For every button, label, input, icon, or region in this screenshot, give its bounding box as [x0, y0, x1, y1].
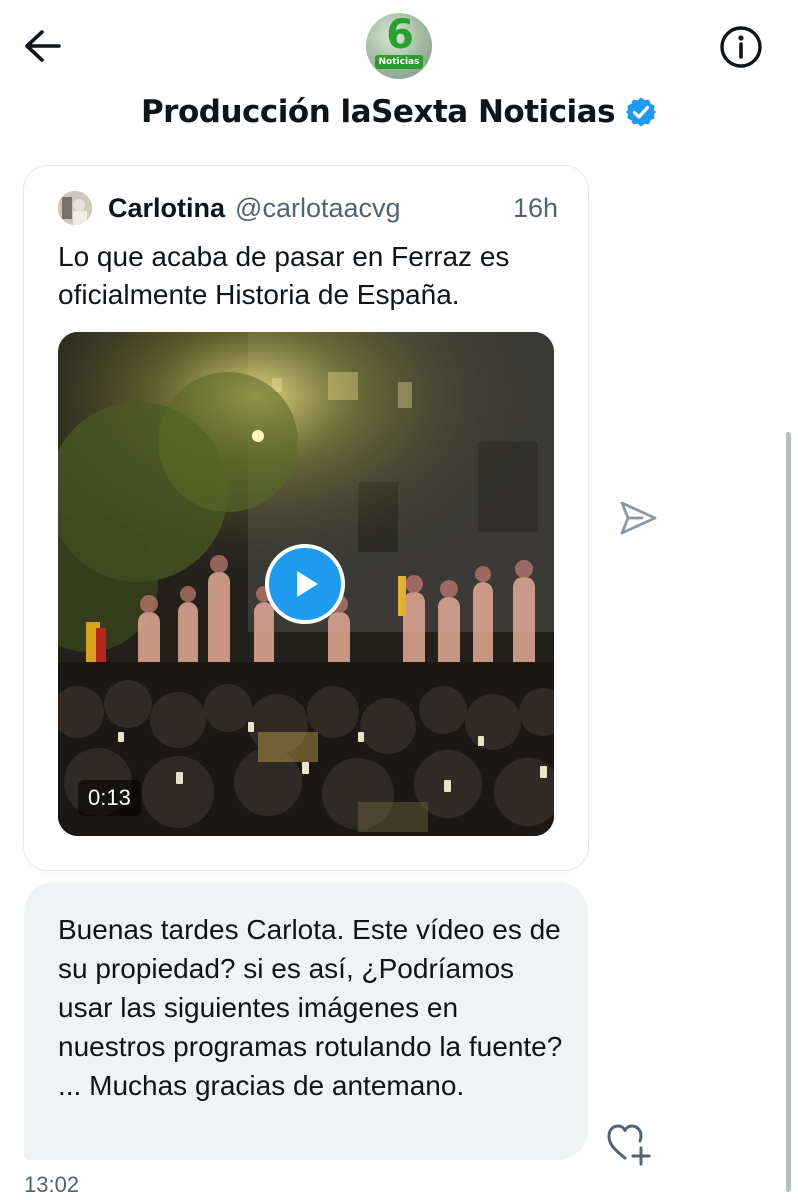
conversation-title[interactable]: Producción laSexta Noticias — [141, 94, 616, 130]
profile-avatar[interactable]: 6 Noticias — [366, 13, 432, 79]
info-circle-icon — [720, 26, 762, 68]
message-timestamp: 13:02 — [24, 1172, 80, 1197]
tweet-timestamp: 16h — [512, 192, 558, 223]
info-button[interactable] — [716, 22, 766, 72]
tweet-header: Carlotina @carlotaacvg 16h — [58, 188, 558, 228]
send-arrow-icon — [620, 501, 657, 535]
title-row: Producción laSexta Noticias — [0, 88, 798, 136]
conversation-header: 6 Noticias Producción laSexta Noticias — [0, 0, 798, 148]
react-button[interactable] — [604, 1122, 652, 1166]
verified-badge-icon — [625, 97, 657, 127]
heart-plus-icon — [607, 1124, 651, 1166]
tweet-video[interactable]: 0:13 — [58, 332, 554, 836]
play-icon — [297, 571, 318, 597]
tweet-author-name[interactable]: Carlotina — [108, 193, 225, 224]
tweet-author-avatar[interactable] — [58, 191, 92, 225]
back-button[interactable] — [18, 22, 66, 70]
tweet-text: Lo que acaba de pasar en Ferraz es ofici… — [58, 241, 510, 310]
video-duration: 0:13 — [78, 780, 141, 816]
quoted-tweet-card[interactable]: Carlotina @carlotaacvg 16h Lo que acaba … — [24, 166, 588, 870]
arrow-left-icon — [25, 30, 61, 62]
message-text: Buenas tardes Carlota. Este vídeo es de … — [58, 914, 563, 1101]
tweet-author-handle[interactable]: @carlotaacvg — [235, 193, 513, 224]
message-bubble[interactable]: Buenas tardes Carlota. Este vídeo es de … — [24, 882, 588, 1160]
scrollbar[interactable] — [786, 432, 791, 1192]
logo-word: Noticias — [375, 55, 423, 69]
logo-digit: 6 — [386, 13, 414, 58]
play-button[interactable] — [265, 544, 345, 624]
share-button[interactable] — [616, 496, 660, 540]
